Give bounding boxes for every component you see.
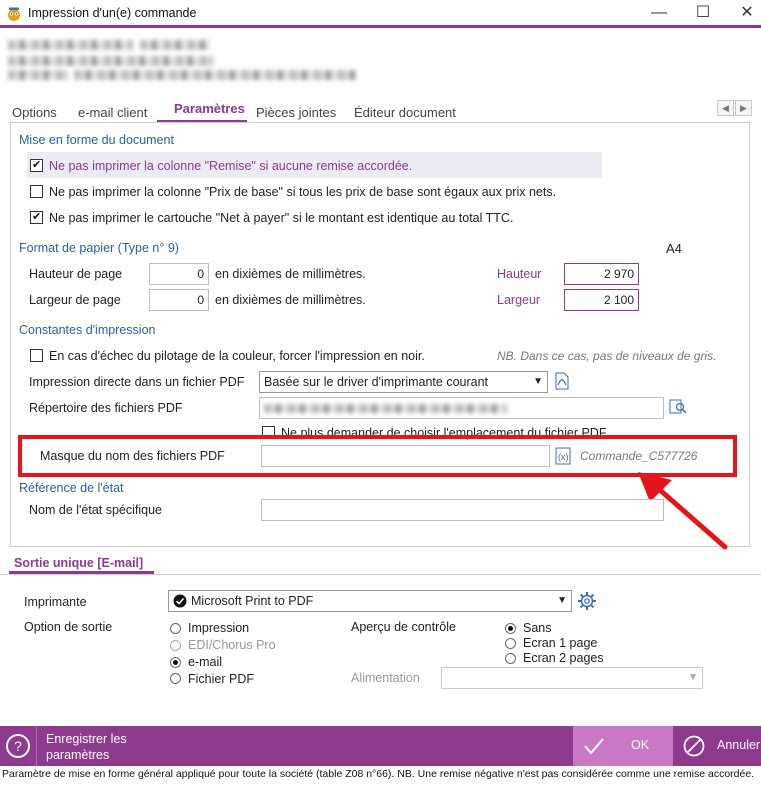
footer-bar: ? Enregistrer les paramètres OK Annuler bbox=[0, 726, 761, 766]
blurred-header-line bbox=[8, 56, 213, 66]
label-pdf-direct: Impression directe dans un fichier PDF bbox=[29, 375, 245, 389]
section-format-papier: Format de papier (Type n° 9) bbox=[19, 241, 179, 255]
radio-apercu-sans[interactable] bbox=[505, 623, 516, 634]
blurred-path bbox=[264, 404, 507, 413]
ok-label: OK bbox=[631, 738, 650, 752]
browse-folder-icon[interactable] bbox=[669, 398, 689, 416]
status-bar: Paramètre de mise en forme général appli… bbox=[0, 766, 761, 791]
alimentation-select: ▼ bbox=[441, 667, 703, 689]
label-imprimante: Imprimante bbox=[24, 595, 87, 609]
section-mise-en-forme: Mise en forme du document bbox=[19, 133, 174, 147]
hauteur-ref-value: 2 970 bbox=[564, 263, 639, 285]
label-alimentation: Alimentation bbox=[351, 671, 420, 685]
label-apercu: Aperçu de contrôle bbox=[351, 620, 456, 634]
label-force-noir: En cas d'échec du pilotage de la couleur… bbox=[49, 349, 425, 363]
tab-email-client[interactable]: e-mail client bbox=[78, 105, 147, 120]
label-largeur-ref: Largeur bbox=[497, 293, 541, 307]
hauteur-page-input[interactable]: 0 bbox=[149, 263, 209, 285]
label-largeur-page: Largeur de page bbox=[29, 293, 121, 307]
checkbox-no-remise[interactable] bbox=[30, 158, 43, 172]
pdf-direct-value: Basée sur le driver d'imprimante courant bbox=[264, 375, 489, 389]
label-no-remise: Ne pas imprimer la colonne "Remise" si a… bbox=[49, 159, 413, 173]
tab-options[interactable]: Options bbox=[12, 105, 57, 120]
label-apercu-1-page: Ecran 1 page bbox=[523, 636, 598, 650]
blurred-header-line bbox=[74, 70, 356, 80]
format-name: A4 bbox=[666, 241, 682, 256]
blurred-header-line bbox=[140, 40, 210, 50]
radio-fichier-pdf[interactable] bbox=[170, 673, 181, 684]
help-icon[interactable]: ? bbox=[6, 734, 30, 758]
label-fichier-pdf: Fichier PDF bbox=[188, 672, 254, 686]
ok-button[interactable]: OK bbox=[573, 726, 673, 766]
label-impression: Impression bbox=[188, 621, 250, 635]
imprimante-select[interactable]: Microsoft Print to PDF ▼ bbox=[168, 590, 572, 612]
chevron-down-icon: ▼ bbox=[533, 376, 543, 387]
tab-parametres[interactable]: Paramètres bbox=[174, 101, 245, 116]
label-repertoire: Répertoire des fichiers PDF bbox=[29, 401, 183, 415]
radio-apercu-1-page[interactable] bbox=[505, 638, 516, 649]
maximize-button[interactable]: ☐ bbox=[689, 2, 717, 24]
pdf-icon[interactable] bbox=[554, 372, 570, 390]
gear-icon[interactable] bbox=[577, 591, 597, 611]
section-reference: Référence de l'état bbox=[19, 481, 124, 495]
pdf-direct-select[interactable]: Basée sur le driver d'imprimante courant… bbox=[259, 371, 548, 393]
chevron-down-icon: ▼ bbox=[688, 672, 698, 683]
label-edi-chorus: EDI/Chorus Pro bbox=[188, 638, 276, 652]
label-apercu-sans: Sans bbox=[523, 621, 552, 635]
unit-label-largeur: en dixièmes de millimètres. bbox=[215, 293, 366, 307]
tab-scroll-left-icon[interactable]: ◀ bbox=[717, 100, 734, 116]
radio-email[interactable] bbox=[170, 657, 181, 668]
label-nom-etat: Nom de l'état spécifique bbox=[29, 503, 163, 517]
cancel-button[interactable]: Annuler bbox=[673, 726, 761, 766]
blurred-header-line bbox=[8, 40, 133, 50]
unit-label-hauteur: en dixièmes de millimètres. bbox=[215, 267, 366, 281]
tab-sortie-unique[interactable]: Sortie unique [E-mail] bbox=[14, 556, 143, 570]
section-constantes: Constantes d'impression bbox=[19, 323, 156, 337]
checkbox-no-prix-base[interactable] bbox=[30, 185, 43, 198]
cancel-label: Annuler bbox=[717, 738, 761, 752]
label-hauteur-ref: Hauteur bbox=[497, 267, 542, 281]
label-option-sortie: Option de sortie bbox=[24, 620, 113, 634]
nom-etat-input[interactable] bbox=[261, 499, 664, 521]
radio-impression[interactable] bbox=[170, 623, 181, 634]
label-email: e-mail bbox=[188, 655, 223, 669]
cancel-icon bbox=[683, 735, 705, 757]
imprimante-value: Microsoft Print to PDF bbox=[191, 594, 314, 608]
close-button[interactable]: ✕ bbox=[733, 2, 761, 24]
radio-apercu-2-pages[interactable] bbox=[505, 653, 516, 664]
note-niveaux-gris: NB. Dans ce cas, pas de niveaux de gris. bbox=[497, 349, 717, 363]
largeur-ref-value: 2 100 bbox=[564, 289, 639, 311]
app-icon bbox=[8, 7, 20, 21]
window-title: Impression d'un(e) commande bbox=[28, 6, 197, 20]
tab-pieces-jointes[interactable]: Pièces jointes bbox=[256, 105, 336, 120]
label-apercu-2-pages: Ecran 2 pages bbox=[523, 651, 604, 665]
repertoire-input[interactable] bbox=[259, 397, 664, 419]
check-circle-icon bbox=[173, 594, 187, 608]
chevron-down-icon: ▼ bbox=[557, 595, 567, 606]
label-hauteur-page: Hauteur de page bbox=[29, 267, 123, 281]
label-no-prix-base: Ne pas imprimer la colonne "Prix de base… bbox=[49, 185, 557, 199]
title-bar: Impression d'un(e) commande — ☐ ✕ bbox=[0, 0, 761, 28]
checkmark-icon bbox=[584, 738, 604, 755]
radio-edi-chorus bbox=[170, 640, 181, 651]
divider bbox=[0, 574, 761, 575]
divider bbox=[36, 726, 37, 766]
checkbox-force-noir[interactable] bbox=[30, 349, 43, 362]
tab-editeur-document[interactable]: Éditeur document bbox=[354, 105, 456, 120]
save-params-button[interactable]: Enregistrer les paramètres bbox=[46, 731, 146, 763]
blurred-header-line bbox=[8, 70, 68, 80]
largeur-page-input[interactable]: 0 bbox=[149, 289, 209, 311]
minimize-button[interactable]: — bbox=[645, 2, 673, 24]
tab-scroll-right-icon[interactable]: ▶ bbox=[735, 100, 752, 116]
label-no-net-a-payer: Ne pas imprimer le cartouche "Net à paye… bbox=[49, 211, 514, 225]
checkbox-no-net-a-payer[interactable] bbox=[30, 210, 43, 224]
